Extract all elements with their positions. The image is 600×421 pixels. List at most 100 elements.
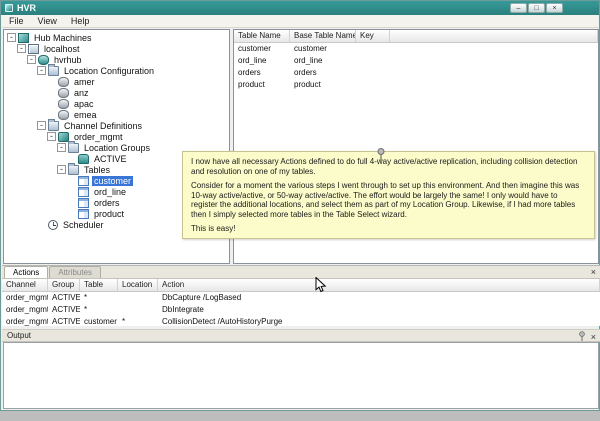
cell: * (80, 292, 118, 304)
tab-actions[interactable]: Actions (4, 266, 48, 278)
menu-help[interactable]: Help (64, 16, 97, 26)
pushpin-icon (375, 147, 387, 162)
app-icon (5, 4, 13, 12)
location-icon (58, 77, 69, 87)
cell-filler (390, 55, 598, 67)
output-header: Output × (2, 329, 600, 342)
column-header-channel[interactable]: Channel (2, 279, 48, 291)
location-icon (58, 110, 69, 120)
table-row[interactable]: ordersorders (234, 67, 598, 79)
tree-item-label: emea (72, 110, 99, 120)
tree-item-localhost[interactable]: - localhost (4, 43, 229, 54)
cell: orders (290, 67, 356, 79)
tree-item-label: amer (72, 77, 97, 87)
cell-filler (390, 43, 598, 55)
cell: ord_line (234, 55, 290, 67)
cell: customer (290, 43, 356, 55)
tree-item-label: ord_line (92, 187, 128, 197)
titlebar[interactable]: HVR – □ × (1, 1, 599, 15)
output-panel: Output × (2, 329, 600, 410)
column-header-location[interactable]: Location (118, 279, 158, 291)
tree-item-label: hvrhub (52, 55, 84, 65)
cell (118, 304, 158, 316)
tree-item-order-mgmt[interactable]: -order_mgmt (4, 131, 229, 142)
tree-collapse-toggle[interactable]: - (17, 44, 26, 53)
database-icon (38, 55, 49, 65)
maximize-button[interactable]: □ (528, 3, 545, 13)
tree-item-anz[interactable]: anz (4, 87, 229, 98)
computer-icon (28, 44, 39, 54)
column-header-filler (390, 30, 598, 42)
tree-item-label: ACTIVE (92, 154, 129, 164)
tree-item-channel-definitions[interactable]: - Channel Definitions (4, 120, 229, 131)
table-row[interactable]: ord_lineord_line (234, 55, 598, 67)
table-icon (78, 209, 89, 219)
tree-collapse-toggle[interactable]: - (7, 33, 16, 42)
tree-item-hub-machines[interactable]: -Hub Machines (4, 32, 229, 43)
column-header-base-table-name[interactable]: Base Table Name (290, 30, 356, 42)
column-header-action[interactable]: Action (158, 279, 600, 291)
tree-collapse-toggle[interactable]: - (37, 121, 46, 130)
tables-grid-header: Table Name Base Table Name Key (234, 30, 598, 43)
cell: product (234, 79, 290, 91)
tree-collapse-toggle[interactable]: - (47, 132, 56, 141)
callout-paragraph: Consider for a moment the various steps … (191, 181, 586, 219)
tree-collapse-toggle[interactable]: - (57, 165, 66, 174)
column-header-table[interactable]: Table (80, 279, 118, 291)
tree-collapse-toggle[interactable]: - (27, 55, 36, 64)
table-row[interactable]: customercustomer (234, 43, 598, 55)
cell: ACTIVE (48, 304, 80, 316)
tab-attributes[interactable]: Attributes (49, 266, 101, 278)
folder-icon (68, 143, 79, 153)
tree-item-label: Tables (82, 165, 112, 175)
group-icon (78, 154, 89, 164)
table-row[interactable]: order_mgmtACTIVE*DbIntegrate (2, 304, 600, 316)
tree-item-label: Channel Definitions (62, 121, 144, 131)
table-row[interactable]: productproduct (234, 79, 598, 91)
tree-item-amer[interactable]: amer (4, 76, 229, 87)
table-icon (78, 187, 89, 197)
minimize-button[interactable]: – (510, 3, 527, 13)
tree-item-label: Scheduler (61, 220, 106, 230)
close-icon[interactable]: × (591, 332, 596, 342)
tree-item-location-configuration[interactable]: -Location Configuration (4, 65, 229, 76)
folder-icon (68, 165, 79, 175)
tree-item-label: localhost (42, 44, 82, 54)
cell: product (290, 79, 356, 91)
column-header-table-name[interactable]: Table Name (234, 30, 290, 42)
tree-item-label: orders (92, 198, 122, 208)
column-header-key[interactable]: Key (356, 30, 390, 42)
cell: order_mgmt (2, 292, 48, 304)
cell: * (80, 304, 118, 316)
tree-collapse-toggle[interactable]: - (57, 143, 66, 152)
clock-icon (48, 220, 58, 230)
cell-filler (390, 67, 598, 79)
channel-icon (58, 132, 69, 142)
location-icon (58, 88, 69, 98)
tree-item-label: customer (92, 176, 133, 186)
caption-buttons: – □ × (510, 3, 563, 13)
cell-filler (419, 292, 600, 304)
tree-collapse-toggle[interactable]: - (37, 66, 46, 75)
menu-file[interactable]: File (2, 16, 31, 26)
tree-item-label: anz (72, 88, 91, 98)
table-icon (78, 198, 89, 208)
cell (118, 292, 158, 304)
tree-item-apac[interactable]: apac (4, 98, 229, 109)
cell: DbCapture /LogBased (158, 292, 419, 304)
tree-item-label: product (92, 209, 126, 219)
close-icon[interactable]: × (591, 266, 596, 278)
column-header-group[interactable]: Group (48, 279, 80, 291)
tree-item-hvrhub[interactable]: - hvrhub (4, 54, 229, 65)
tree-item-label: apac (72, 99, 96, 109)
actions-grid-body: order_mgmtACTIVE*DbCapture /LogBasedorde… (2, 292, 600, 328)
callout-paragraph: I now have all necessary Actions defined… (191, 157, 586, 176)
menu-view[interactable]: View (31, 16, 64, 26)
close-button[interactable]: × (546, 3, 563, 13)
pin-icon[interactable] (578, 331, 586, 342)
cell: DbIntegrate (158, 304, 400, 316)
table-row[interactable]: order_mgmtACTIVE*DbCapture /LogBased (2, 292, 600, 304)
tree-item-emea[interactable]: emea (4, 109, 229, 120)
hvr-main-window: HVR – □ × File View Help -Hub Machines-l… (0, 0, 600, 411)
cell (356, 55, 390, 67)
